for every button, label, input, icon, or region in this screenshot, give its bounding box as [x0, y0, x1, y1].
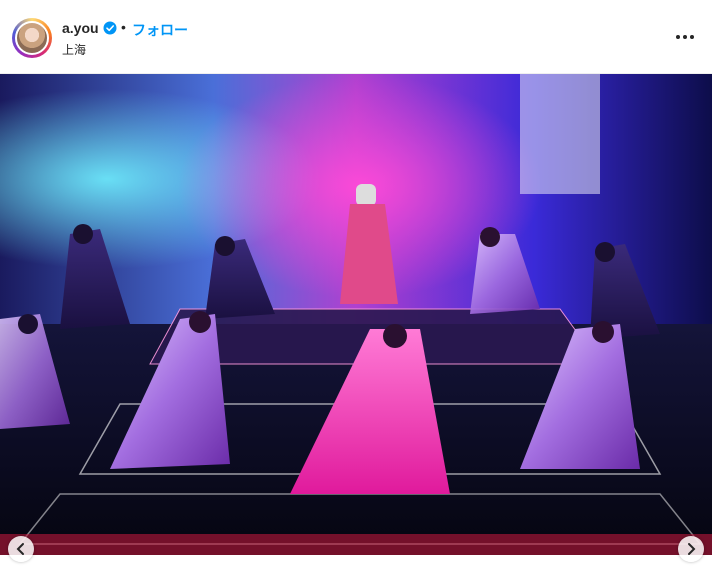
follow-button[interactable]: フォロー: [132, 20, 188, 40]
post-header: a.you • フォロー 上海: [0, 0, 712, 74]
post-photo[interactable]: [0, 74, 712, 555]
prev-image-button[interactable]: [8, 536, 34, 562]
chevron-left-icon: [16, 543, 24, 555]
next-image-button[interactable]: [678, 536, 704, 562]
location-link[interactable]: 上海: [62, 41, 86, 58]
chevron-right-icon: [688, 543, 696, 555]
avatar[interactable]: [12, 18, 52, 58]
separator-dot: •: [121, 19, 126, 35]
more-options-icon[interactable]: [672, 28, 698, 46]
verified-badge-icon: [103, 21, 117, 35]
avatar-image: [15, 21, 49, 55]
username-link[interactable]: a.you: [62, 20, 99, 36]
